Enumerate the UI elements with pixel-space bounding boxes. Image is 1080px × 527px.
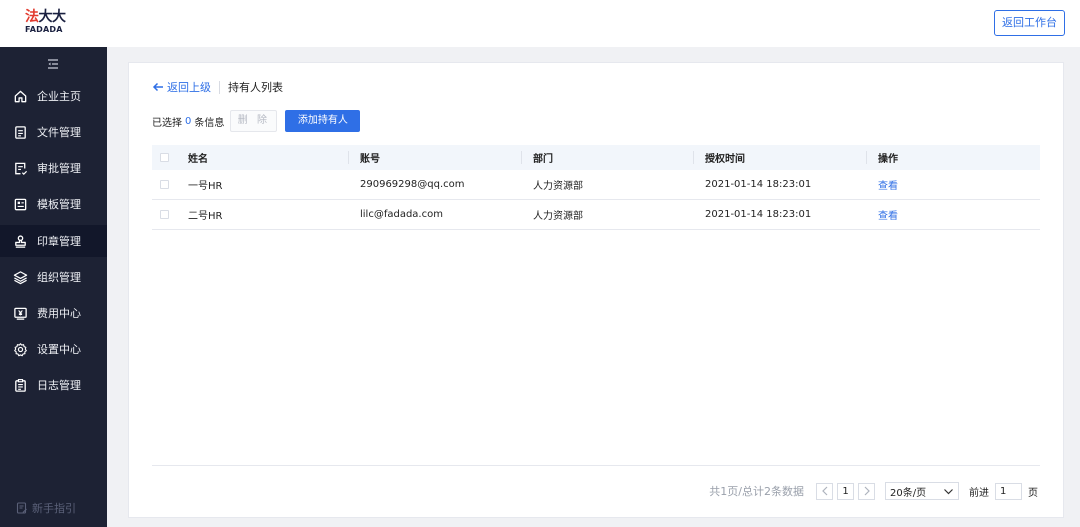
sidebar-item-settings[interactable]: 设置中心 bbox=[0, 333, 107, 365]
arrow-left-icon bbox=[152, 82, 163, 92]
prev-page-button[interactable] bbox=[816, 482, 833, 500]
sidebar-item-approval[interactable]: 审批管理 bbox=[0, 152, 107, 184]
back-label: 返回上级 bbox=[167, 81, 211, 94]
guide-label: 新手指引 bbox=[32, 502, 76, 515]
back-to-workbench-button[interactable]: 返回工作台 bbox=[994, 10, 1065, 36]
page-unit: 页 bbox=[1028, 487, 1038, 499]
page-size-select[interactable]: 20条/页 bbox=[885, 482, 959, 500]
beginner-guide-link[interactable]: 新手指引 bbox=[16, 500, 76, 516]
page-size-value: 20条/页 bbox=[890, 487, 927, 499]
stamp-icon bbox=[15, 234, 26, 248]
yuan-icon bbox=[14, 307, 27, 320]
add-holder-button[interactable]: 添加持有人 bbox=[285, 110, 361, 132]
sidebar-item-logs[interactable]: 日志管理 bbox=[0, 369, 107, 401]
sidebar-item-label: 审批管理 bbox=[37, 162, 81, 175]
logo-cn-a: 法 bbox=[25, 9, 39, 25]
sidebar-item-label: 设置中心 bbox=[37, 343, 81, 356]
column-header-department: 部门 bbox=[533, 154, 553, 165]
column-divider bbox=[348, 151, 349, 164]
sidebar-item-templates[interactable]: 模板管理 bbox=[0, 188, 107, 220]
sidebar-item-organization[interactable]: 组织管理 bbox=[0, 261, 107, 293]
row-checkbox[interactable] bbox=[160, 180, 169, 189]
selected-prefix: 已选择 bbox=[152, 117, 182, 129]
sidebar-item-label: 印章管理 bbox=[37, 235, 81, 248]
cell-auth-time: 2021-01-14 18:23:01 bbox=[705, 209, 812, 220]
guide-icon bbox=[16, 502, 27, 514]
cell-auth-time: 2021-01-14 18:23:01 bbox=[705, 179, 812, 190]
next-page-button[interactable] bbox=[858, 482, 875, 500]
select-all-checkbox[interactable] bbox=[160, 153, 169, 162]
home-icon bbox=[14, 90, 27, 102]
selected-count: 0 bbox=[185, 115, 192, 127]
column-divider bbox=[866, 151, 867, 164]
sidebar-item-billing[interactable]: 费用中心 bbox=[0, 297, 107, 329]
gear-icon bbox=[14, 342, 27, 356]
template-icon bbox=[14, 198, 27, 210]
column-header-account: 账号 bbox=[360, 154, 380, 165]
sidebar-item-label: 文件管理 bbox=[37, 126, 81, 139]
holder-list-panel: 返回上级 持有人列表 已选择 0 条信息 删 除 添加持有人 姓名 账号 部门 … bbox=[128, 62, 1064, 518]
column-divider bbox=[693, 151, 694, 164]
table-row: 一号HR 290969298@qq.com 人力资源部 2021-01-14 1… bbox=[152, 170, 1040, 200]
sidebar: 企业主页 文件管理 审批管理 模板管理 印章管理 组织管理 费用中心 设置中心 … bbox=[0, 47, 107, 527]
breadcrumb: 返回上级 持有人列表 bbox=[152, 79, 283, 95]
fadada-logo[interactable]: 法大大 FADADA bbox=[25, 10, 75, 36]
sidebar-item-stamps[interactable]: 印章管理 bbox=[0, 225, 107, 257]
document-icon bbox=[15, 125, 26, 139]
cell-department: 人力资源部 bbox=[533, 181, 583, 192]
sidebar-item-files[interactable]: 文件管理 bbox=[0, 116, 107, 148]
selected-suffix: 条信息 bbox=[194, 117, 225, 129]
cell-account: lilc@fadada.com bbox=[360, 209, 443, 220]
view-link[interactable]: 查看 bbox=[878, 207, 898, 222]
back-link[interactable]: 返回上级 bbox=[152, 79, 211, 95]
logo-cn-b: 大大 bbox=[38, 9, 67, 25]
current-page[interactable]: 1 bbox=[837, 482, 854, 500]
breadcrumb-divider bbox=[219, 80, 220, 94]
top-bar: 法大大 FADADA 返回工作台 bbox=[0, 0, 1080, 47]
pagination-summary: 共1页/总计2条数据 bbox=[709, 485, 804, 498]
chevron-right-icon bbox=[864, 486, 870, 496]
sidebar-item-label: 企业主页 bbox=[37, 90, 81, 103]
selection-toolbar: 已选择 0 条信息 删 除 添加持有人 bbox=[152, 110, 361, 132]
column-divider bbox=[521, 151, 522, 164]
pagination: 共1页/总计2条数据 1 20条/页 前进 页 bbox=[709, 482, 1038, 500]
cell-department: 人力资源部 bbox=[533, 211, 583, 222]
collapse-menu-icon[interactable] bbox=[46, 57, 60, 71]
approval-icon bbox=[15, 162, 28, 175]
column-header-auth-time: 授权时间 bbox=[705, 154, 745, 165]
table-footer-divider bbox=[152, 465, 1040, 466]
layers-icon bbox=[13, 270, 28, 284]
sidebar-item-label: 模板管理 bbox=[37, 198, 81, 211]
delete-button[interactable]: 删 除 bbox=[230, 110, 278, 132]
table-header: 姓名 账号 部门 授权时间 操作 bbox=[152, 145, 1040, 170]
chevron-left-icon bbox=[821, 486, 827, 496]
page-title: 持有人列表 bbox=[228, 81, 283, 94]
sidebar-item-label: 组织管理 bbox=[37, 271, 81, 284]
cell-account: 290969298@qq.com bbox=[360, 179, 465, 190]
holder-table: 姓名 账号 部门 授权时间 操作 一号HR 290969298@qq.com 人… bbox=[152, 145, 1040, 230]
sidebar-item-home[interactable]: 企业主页 bbox=[0, 80, 107, 112]
goto-page-input[interactable] bbox=[995, 482, 1022, 500]
column-header-name: 姓名 bbox=[188, 154, 208, 165]
table-row: 二号HR lilc@fadada.com 人力资源部 2021-01-14 18… bbox=[152, 200, 1040, 230]
sidebar-item-label: 日志管理 bbox=[37, 379, 81, 392]
goto-page: 前进 页 bbox=[969, 482, 1038, 500]
column-header-actions: 操作 bbox=[878, 154, 898, 165]
row-checkbox[interactable] bbox=[160, 210, 169, 219]
clipboard-icon bbox=[15, 378, 26, 392]
cell-name: 二号HR bbox=[188, 211, 223, 222]
sidebar-item-label: 费用中心 bbox=[37, 307, 81, 320]
logo-en: FADADA bbox=[25, 25, 63, 34]
cell-name: 一号HR bbox=[188, 181, 223, 192]
view-link[interactable]: 查看 bbox=[878, 177, 898, 192]
chevron-down-icon bbox=[944, 488, 953, 494]
goto-label: 前进 bbox=[969, 487, 989, 499]
